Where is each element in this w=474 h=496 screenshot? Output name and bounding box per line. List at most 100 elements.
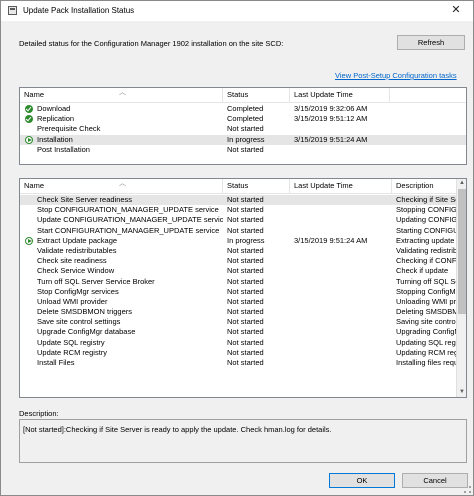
- table-row[interactable]: Start CONFIGURATION_MANAGER_UPDATE servi…: [20, 226, 466, 236]
- cancel-button[interactable]: Cancel: [402, 473, 468, 488]
- completed-check-icon: [25, 115, 33, 124]
- cell-time: [294, 195, 392, 205]
- table-row[interactable]: Save site control settings Not started Sav…: [20, 317, 466, 327]
- cell-status: Not started: [227, 256, 264, 266]
- cell-name: Start CONFIGURATION_MANAGER_UPDATE servi…: [37, 225, 220, 235]
- cell-desc: Checking if Site Se: [396, 195, 456, 204]
- cell-desc: Upgrading ConfigM: [396, 327, 456, 337]
- window-title: Update Pack Installation Status: [23, 6, 135, 15]
- cell-time: [294, 124, 390, 134]
- steps-vertical-scrollbar[interactable]: ▲ ▼: [456, 179, 466, 397]
- cell-time: [294, 338, 392, 348]
- ok-button[interactable]: OK: [329, 473, 395, 488]
- table-row[interactable]: Delete SMSDBMON triggers Not started Delet…: [20, 307, 466, 317]
- cell-time: [294, 307, 392, 317]
- cell-desc: Stopping CONFIG: [396, 205, 456, 215]
- cell-name: Validate redistributables: [37, 245, 117, 255]
- table-row[interactable]: Post Installation Not started: [20, 145, 466, 155]
- cell-status: Completed: [227, 104, 264, 113]
- cell-desc: Deleting SMSDBMO: [396, 307, 456, 317]
- cell-desc: Checking if CONFIC: [396, 256, 456, 266]
- cell-time: [294, 256, 392, 266]
- cell-desc: Stopping ConfigMg: [396, 286, 456, 296]
- cell-time: [294, 327, 392, 337]
- cell-status: Completed: [227, 114, 264, 124]
- cell-desc: Installing files requ: [396, 358, 456, 367]
- phases-list[interactable]: Name Status Last Update Time ︿ Download C…: [19, 87, 467, 165]
- table-row[interactable]: Turn off SQL Server Service Broker Not st…: [20, 277, 466, 287]
- table-row[interactable]: Update SQL registry Not started Updating S…: [20, 338, 466, 348]
- table-row[interactable]: Stop CONFIGURATION_MANAGER_UPDATE servic…: [20, 205, 466, 215]
- scroll-up-icon[interactable]: ▲: [457, 179, 466, 188]
- table-row[interactable]: Prerequisite Check Not started: [20, 124, 466, 134]
- steps-list[interactable]: Name Status Last Update Time Description…: [19, 178, 467, 398]
- cell-status: In progress: [227, 235, 265, 245]
- steps-col-time[interactable]: Last Update Time: [290, 179, 392, 194]
- table-row[interactable]: Update CONFIGURATION_MANAGER_UPDATE serv…: [20, 215, 466, 225]
- table-row[interactable]: Download Completed 3/15/2019 9:32:06 AM: [20, 104, 466, 114]
- cell-status: Not started: [227, 225, 264, 235]
- cell-status: Not started: [227, 347, 264, 357]
- cell-name: Replication: [37, 114, 75, 124]
- cell-desc: Unloading WMI pro: [396, 296, 456, 306]
- table-row[interactable]: Check Service Window Not started Check if …: [20, 266, 466, 276]
- cell-name: Install Files: [37, 358, 75, 367]
- table-row[interactable]: Check site readiness Not started Checking …: [20, 256, 466, 266]
- steps-col-description[interactable]: Description: [392, 179, 458, 194]
- cell-status: Not started: [227, 195, 264, 204]
- refresh-button[interactable]: Refresh: [397, 35, 465, 50]
- cell-time: 3/15/2019 9:51:12 AM: [294, 114, 368, 124]
- phases-rows: Download Completed 3/15/2019 9:32:06 AM Rep…: [20, 104, 466, 155]
- table-row[interactable]: Extract Update package In progress 3/15/20…: [20, 236, 466, 246]
- completed-check-icon: [25, 105, 33, 113]
- cell-name: Update SQL registry: [37, 337, 105, 347]
- table-row[interactable]: Validate redistributables Not started Vali…: [20, 246, 466, 256]
- table-row[interactable]: Installation In progress 3/15/2019 9:51:24…: [20, 134, 466, 145]
- cell-status: Not started: [227, 215, 264, 225]
- table-row[interactable]: Update RCM registry Not started Updating R…: [20, 348, 466, 358]
- table-row[interactable]: Stop ConfigMgr services Not started Stoppi…: [20, 287, 466, 297]
- cell-status: Not started: [227, 337, 264, 347]
- cell-desc: Turning off SQL Se: [396, 276, 456, 286]
- post-setup-tasks-link[interactable]: View Post-Setup Configuration tasks: [335, 71, 457, 80]
- in-progress-icon: [25, 135, 33, 144]
- cell-name: Extract Update package: [37, 235, 118, 245]
- cell-desc: Updating RCM regis: [396, 347, 456, 357]
- steps-col-status[interactable]: Status: [223, 179, 290, 194]
- cell-name: Post Installation: [37, 144, 90, 154]
- cell-name: Download: [37, 104, 71, 113]
- cell-name: Save site control settings: [37, 317, 121, 327]
- description-label: Description:: [19, 409, 59, 418]
- cell-desc: Updating SQL regis: [396, 337, 456, 347]
- phases-col-time[interactable]: Last Update Time: [290, 88, 390, 103]
- cell-name: Update CONFIGURATION_MANAGER_UPDATE serv…: [37, 215, 223, 225]
- cell-status: Not started: [227, 124, 264, 134]
- sort-ascending-icon: ︿: [119, 180, 126, 187]
- update-status-dialog: Update Pack Installation Status ✕ Detail…: [0, 0, 474, 496]
- cell-status: Not started: [227, 358, 264, 367]
- cell-time: [294, 145, 390, 155]
- resize-grip-icon[interactable]: [464, 486, 471, 493]
- cell-status: In progress: [227, 134, 265, 144]
- scroll-thumb[interactable]: [458, 189, 466, 314]
- cell-name: Upgrade ConfigMgr database: [37, 327, 136, 337]
- cell-name: Prerequisite Check: [37, 124, 101, 134]
- table-row[interactable]: Install Files Not started Installing files…: [20, 358, 466, 368]
- cell-time: 3/15/2019 9:32:06 AM: [294, 104, 368, 113]
- table-row[interactable]: Replication Completed 3/15/2019 9:51:12 AM: [20, 114, 466, 124]
- cell-desc: Starting CONFIGU: [396, 225, 456, 235]
- status-description: Detailed status for the Configuration Ma…: [19, 39, 284, 48]
- cell-time: [294, 348, 392, 358]
- table-row[interactable]: Check Site Server readiness Not started Ch…: [20, 195, 466, 206]
- sort-ascending-icon: ︿: [119, 89, 126, 96]
- cell-name: Stop ConfigMgr services: [37, 286, 119, 296]
- phases-col-status[interactable]: Status: [223, 88, 290, 103]
- scroll-down-icon[interactable]: ▼: [457, 388, 466, 397]
- cell-time: [294, 205, 392, 215]
- cell-time: [294, 246, 392, 256]
- table-row[interactable]: Unload WMI provider Not started Unloading …: [20, 297, 466, 307]
- cell-status: Not started: [227, 307, 264, 317]
- close-button[interactable]: ✕: [439, 1, 473, 21]
- table-row[interactable]: Upgrade ConfigMgr database Not started Upg…: [20, 327, 466, 337]
- cell-time: [294, 287, 392, 297]
